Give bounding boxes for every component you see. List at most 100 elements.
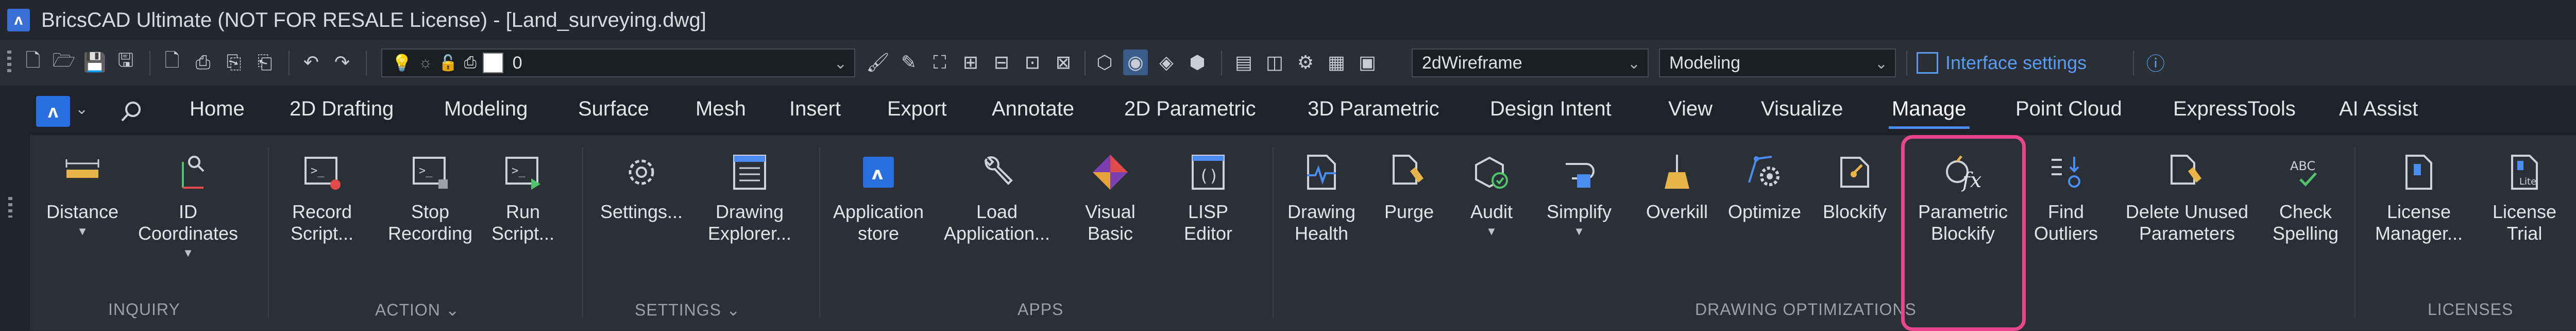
tab-point-cloud[interactable]: Point Cloud: [2015, 93, 2122, 125]
dropdown-arrow-icon: ▼: [77, 225, 88, 238]
quick-select-icon[interactable]: ⛶: [927, 49, 952, 75]
publish-icon[interactable]: ⎘: [222, 49, 246, 75]
sun-icon: ☼: [418, 54, 433, 71]
find-outliers-icon: [2042, 148, 2090, 196]
view-top-icon[interactable]: ◉: [1123, 49, 1148, 75]
id-coordinates-button[interactable]: ID Coordinates ▼: [131, 148, 245, 277]
drawing-explorer-icon[interactable]: ▦: [1324, 49, 1349, 75]
application-menu-button[interactable]: ʌ: [36, 96, 70, 127]
tab-surface[interactable]: Surface: [578, 93, 649, 125]
layer-freeze-icon[interactable]: ⊡: [1020, 49, 1045, 75]
quick-access-toolbar: 🗋 🗁 💾 🖫 🗋 ⎙ ⎘ ⎗ ↶ ↷ 💡 ☼ 🔓 ⎙ 0 ⌄ 🖌 ✎ ⛶ ⊞ …: [0, 40, 2576, 87]
save-as-icon[interactable]: 🖫: [113, 49, 138, 75]
save-icon[interactable]: 💾: [82, 49, 107, 75]
license-trial-button[interactable]: Lite License Trial: [2483, 148, 2566, 277]
render-icon[interactable]: ▣: [1355, 49, 1380, 75]
tab-view[interactable]: View: [1668, 93, 1713, 125]
section-label-inquiry: INQUIRY: [108, 300, 180, 319]
tab-ai-assist[interactable]: AI Assist: [2339, 93, 2418, 125]
record-script-button[interactable]: >_ Record Script...: [276, 148, 368, 277]
search-icon[interactable]: [118, 98, 145, 125]
title-bar: ʌ BricsCAD Ultimate (NOT FOR RESALE Lice…: [0, 0, 2576, 40]
broom-icon: [1653, 148, 1701, 196]
layer-isolate-icon[interactable]: ⊞: [958, 49, 983, 75]
find-outliers-button[interactable]: Find Outliers: [2027, 148, 2105, 277]
section-label-drawing-optimizations: DRAWING OPTIMIZATIONS: [1695, 300, 1917, 319]
visual-basic-button[interactable]: Visual Basic: [1072, 148, 1149, 277]
interface-settings-icon: [1917, 52, 1938, 74]
help-icon[interactable]: ⓘ: [2143, 49, 2168, 75]
drawing-health-button[interactable]: Drawing Health: [1278, 148, 1365, 277]
view-cube-icon[interactable]: ◈: [1154, 49, 1179, 75]
workspace-value: Modeling: [1669, 53, 1740, 73]
chevron-down-icon: ⌄: [726, 301, 741, 319]
print-icon[interactable]: ⎙: [191, 49, 215, 75]
plot-preview-icon[interactable]: 🗋: [160, 49, 184, 75]
layer-dropdown[interactable]: 💡 ☼ 🔓 ⎙ 0 ⌄: [381, 48, 855, 77]
check-spelling-button[interactable]: ABC Check Spelling: [2262, 148, 2349, 277]
svg-text:Lite: Lite: [2519, 176, 2536, 187]
settings-button[interactable]: Settings...: [592, 148, 690, 277]
stop-recording-button[interactable]: >_ Stop Recording: [379, 148, 482, 277]
export-icon[interactable]: ⎗: [252, 49, 277, 75]
3d-box-icon[interactable]: ⬡: [1092, 49, 1117, 75]
tab-2d-drafting[interactable]: 2D Drafting: [290, 93, 394, 125]
ribbon-grip[interactable]: [0, 135, 21, 330]
delete-unused-parameters-button[interactable]: Delete Unused Parameters: [2112, 148, 2262, 277]
dropdown-arrow-icon: ▼: [1573, 225, 1585, 238]
tab-design-intent[interactable]: Design Intent: [1490, 93, 1612, 125]
layers-panel-icon[interactable]: ◫: [1262, 49, 1287, 75]
tab-home[interactable]: Home: [190, 93, 245, 125]
section-label-settings[interactable]: SETTINGS ⌄: [635, 300, 741, 320]
spell-check-icon: ABC: [2282, 148, 2329, 196]
tab-3d-parametric[interactable]: 3D Parametric: [1308, 93, 1439, 125]
distance-button[interactable]: Distance ▼: [36, 148, 129, 277]
select-similar-icon[interactable]: ✎: [896, 49, 921, 75]
open-file-icon[interactable]: 🗁: [52, 49, 76, 75]
properties-panel-icon[interactable]: ▤: [1231, 49, 1256, 75]
simplify-button[interactable]: Simplify ▼: [1538, 148, 1620, 277]
load-application-button[interactable]: Load Application...: [938, 148, 1056, 277]
license-manager-button[interactable]: License Manager...: [2360, 148, 2478, 277]
toolbar-grip[interactable]: [7, 51, 11, 75]
tab-visualize[interactable]: Visualize: [1761, 93, 1843, 125]
tab-2d-parametric[interactable]: 2D Parametric: [1124, 93, 1256, 125]
tab-expresstools[interactable]: ExpressTools: [2173, 93, 2296, 125]
interface-settings-label: Interface settings: [1945, 52, 2087, 73]
overkill-button[interactable]: Overkill: [1638, 148, 1716, 277]
layer-lock-icon[interactable]: ⊠: [1051, 49, 1076, 75]
section-label-action[interactable]: ACTION ⌄: [375, 300, 460, 320]
optimize-button[interactable]: Optimize: [1718, 148, 1811, 277]
chevron-down-icon: ⌄: [1627, 55, 1640, 72]
purge-button[interactable]: Purge: [1376, 148, 1443, 277]
chevron-down-icon: ⌄: [1874, 55, 1888, 72]
wrench-icon: [973, 148, 1021, 196]
redo-icon[interactable]: ↷: [330, 49, 354, 75]
audit-button[interactable]: Audit ▼: [1458, 148, 1525, 277]
tab-modeling[interactable]: Modeling: [444, 93, 528, 125]
visual-style-dropdown[interactable]: 2dWireframe ⌄: [1412, 48, 1649, 77]
tab-annotate[interactable]: Annotate: [992, 93, 1074, 125]
workspace-dropdown[interactable]: Modeling ⌄: [1659, 48, 1896, 77]
lisp-editor-button[interactable]: () LISP Editor: [1170, 148, 1247, 277]
settings-gear-icon[interactable]: ⚙: [1293, 49, 1318, 75]
view-iso-icon[interactable]: ⬢: [1185, 49, 1210, 75]
blockify-button[interactable]: Blockify: [1814, 148, 1896, 277]
gear-icon: [618, 148, 665, 196]
run-script-button[interactable]: >_ Run Script...: [482, 148, 564, 277]
application-store-button[interactable]: ʌ Application store: [824, 148, 933, 277]
chevron-down-icon[interactable]: ⌄: [75, 100, 88, 118]
layer-off-icon[interactable]: ⊟: [989, 49, 1014, 75]
tab-insert[interactable]: Insert: [789, 93, 841, 125]
audit-icon: [1468, 148, 1515, 196]
drawing-explorer-button[interactable]: Drawing Explorer...: [698, 148, 801, 277]
undo-icon[interactable]: ↶: [299, 49, 324, 75]
tab-export[interactable]: Export: [887, 93, 947, 125]
tab-mesh[interactable]: Mesh: [696, 93, 746, 125]
interface-settings-button[interactable]: Interface settings: [1917, 49, 2087, 76]
match-properties-icon[interactable]: 🖌: [866, 49, 890, 75]
new-file-icon[interactable]: 🗋: [21, 49, 45, 75]
section-label-apps: APPS: [1018, 300, 1064, 319]
window-title: BricsCAD Ultimate (NOT FOR RESALE Licens…: [41, 8, 706, 31]
tab-manage[interactable]: Manage: [1889, 93, 1970, 129]
